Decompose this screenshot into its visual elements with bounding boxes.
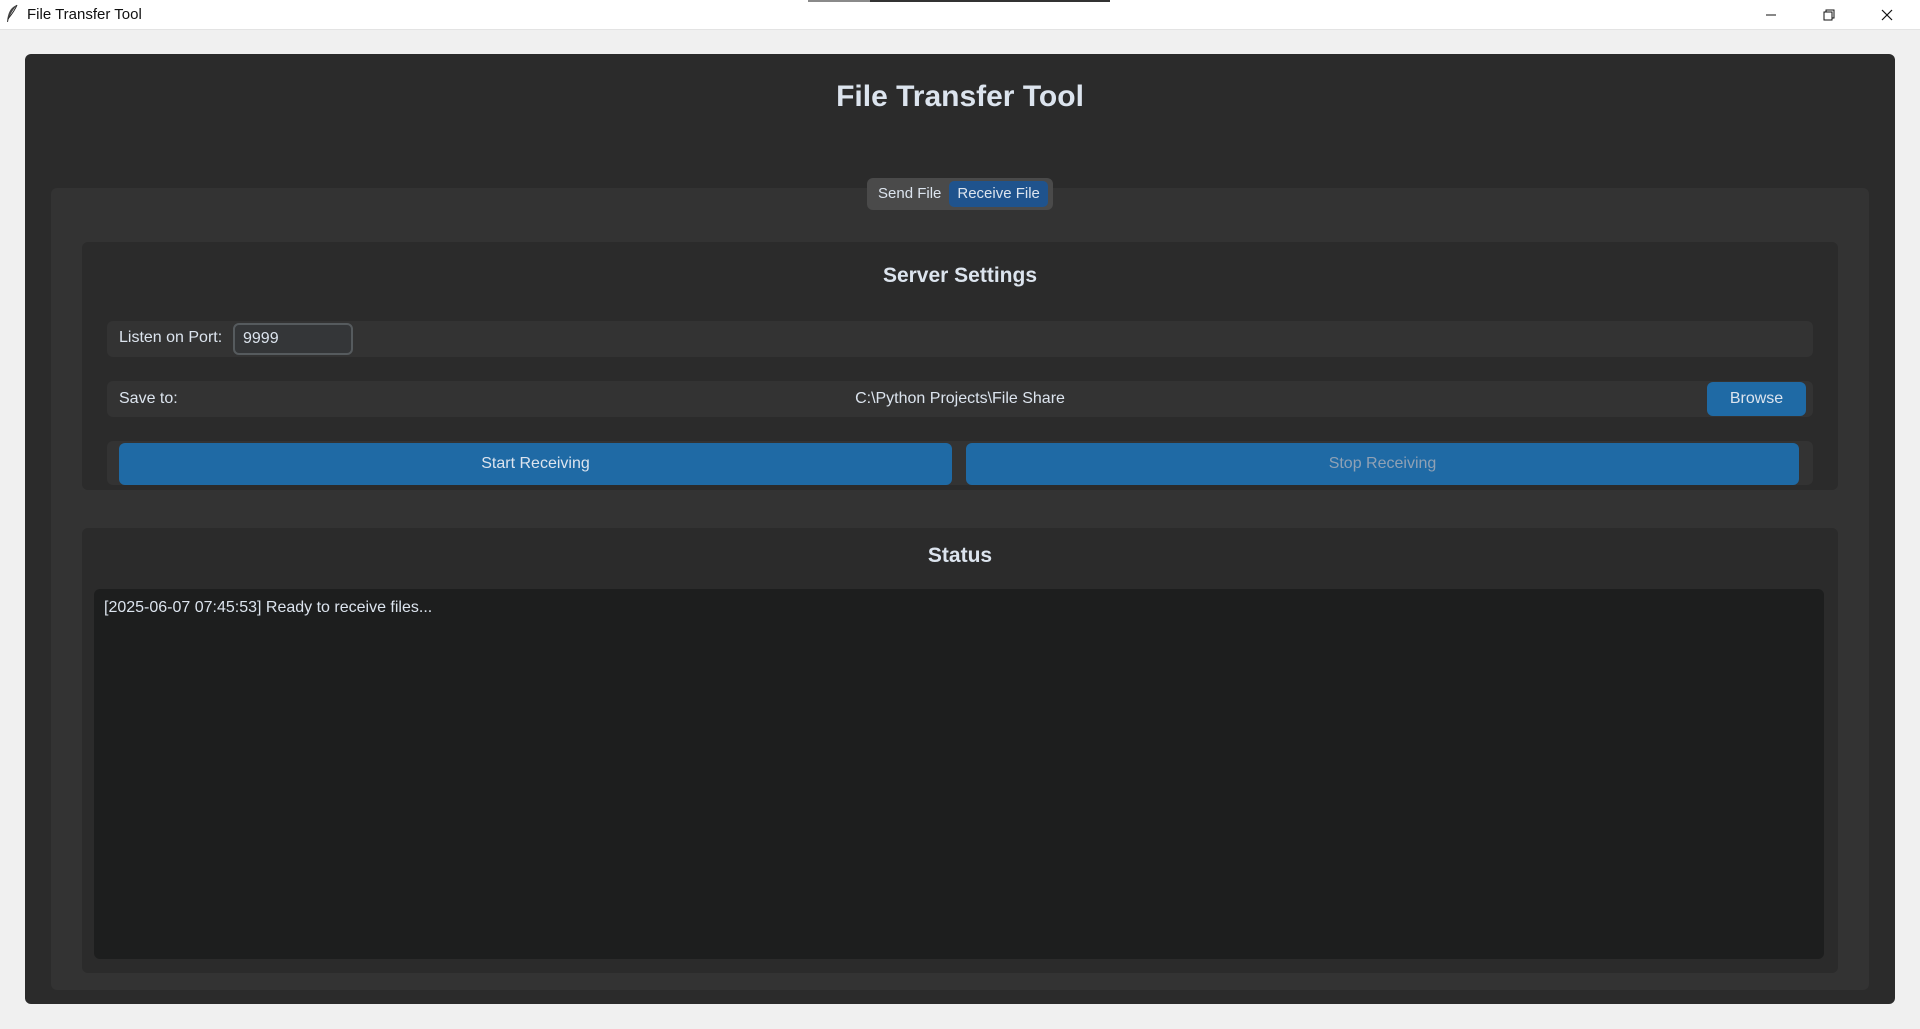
log-line: [2025-06-07 07:45:53] Ready to receive f… xyxy=(104,599,433,616)
status-log[interactable]: [2025-06-07 07:45:53] Ready to receive f… xyxy=(94,589,1824,959)
port-label: Listen on Port: xyxy=(119,329,223,346)
minimize-button[interactable] xyxy=(1742,0,1800,29)
tab-switcher: Send File Receive File xyxy=(867,178,1053,210)
server-settings-panel: Server Settings Listen on Port: Save to:… xyxy=(82,242,1838,490)
status-panel: Status [2025-06-07 07:45:53] Ready to re… xyxy=(82,528,1838,973)
snap-indicator xyxy=(808,0,1110,2)
restore-button[interactable] xyxy=(1800,0,1858,29)
port-row: Listen on Port: xyxy=(107,321,1813,357)
minimize-icon xyxy=(1766,14,1776,15)
feather-icon xyxy=(5,4,19,24)
server-settings-heading: Server Settings xyxy=(882,264,1038,287)
stop-receiving-button[interactable]: Stop Receiving xyxy=(966,443,1799,485)
app-window: File Transfer Tool Send File Receive Fil… xyxy=(25,54,1895,1004)
port-input[interactable] xyxy=(233,323,353,355)
window-title: File Transfer Tool xyxy=(27,6,142,23)
status-heading: Status xyxy=(927,544,993,567)
browse-button[interactable]: Browse xyxy=(1707,382,1806,416)
tab-send-file[interactable]: Send File xyxy=(870,181,949,207)
save-label: Save to: xyxy=(119,390,178,407)
window-titlebar: File Transfer Tool xyxy=(0,0,1920,30)
actions-row: Start Receiving Stop Receiving xyxy=(107,441,1813,485)
start-receiving-button[interactable]: Start Receiving xyxy=(119,443,952,485)
app-heading: File Transfer Tool xyxy=(836,80,1084,113)
tab-receive-file[interactable]: Receive File xyxy=(949,181,1048,207)
close-icon xyxy=(1881,9,1893,20)
save-row: Save to: C:\Python Projects\File Share B… xyxy=(107,381,1813,417)
close-button[interactable] xyxy=(1858,0,1916,29)
save-path: C:\Python Projects\File Share xyxy=(855,390,1065,407)
restore-icon xyxy=(1823,9,1835,20)
